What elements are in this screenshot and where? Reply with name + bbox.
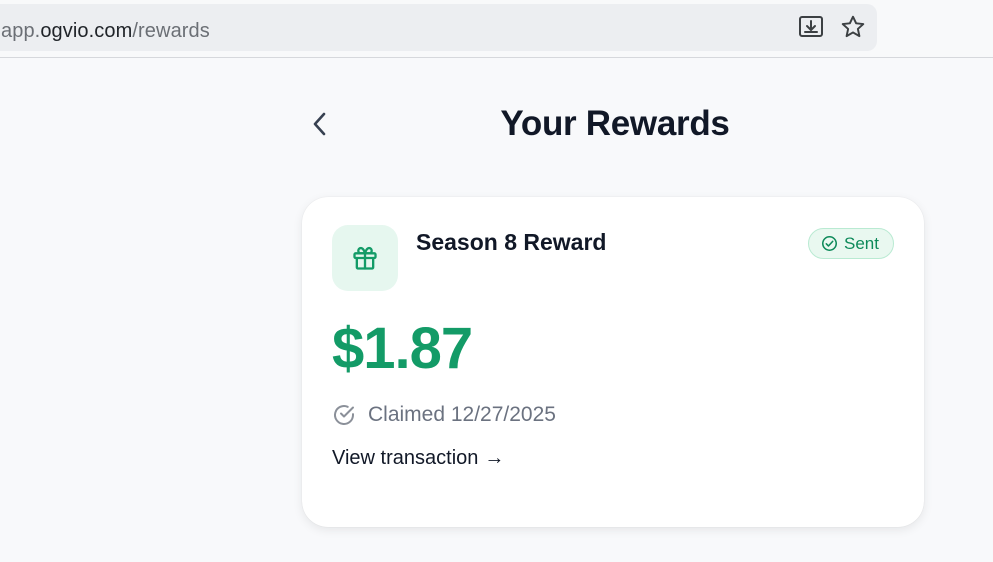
reward-name: Season 8 Reward (416, 229, 607, 255)
gift-icon (353, 246, 377, 270)
browser-toolbar: app.ogvio.com/rewards (0, 0, 993, 58)
url-path: /rewards (132, 20, 210, 42)
bookmark-star-icon[interactable] (839, 13, 867, 41)
url-text[interactable]: app.ogvio.com/rewards (1, 20, 210, 43)
back-button[interactable] (304, 106, 336, 142)
url-prefix: app. (1, 20, 41, 42)
arrow-right-icon: → (484, 447, 505, 469)
install-app-icon[interactable] (797, 13, 825, 41)
address-bar[interactable]: app.ogvio.com/rewards (0, 4, 877, 51)
reward-amount: $1.87 (332, 316, 473, 381)
claimed-date: Claimed 12/27/2025 (368, 403, 556, 426)
view-transaction-label: View transaction (332, 447, 479, 469)
url-host: ogvio.com (40, 20, 133, 42)
reward-card: Season 8 Reward Sent $1.87 Claimed 12/27… (302, 197, 924, 527)
view-transaction-link[interactable]: View transaction → (332, 447, 504, 470)
chevron-left-icon (313, 112, 326, 136)
claimed-info: Claimed 12/27/2025 (332, 403, 556, 427)
check-circle-icon (822, 235, 838, 252)
gift-icon-tile (332, 225, 398, 291)
status-label: Sent (844, 233, 879, 253)
page-title: Your Rewards (500, 104, 730, 143)
status-badge: Sent (808, 228, 894, 259)
check-circle-icon (334, 405, 354, 425)
